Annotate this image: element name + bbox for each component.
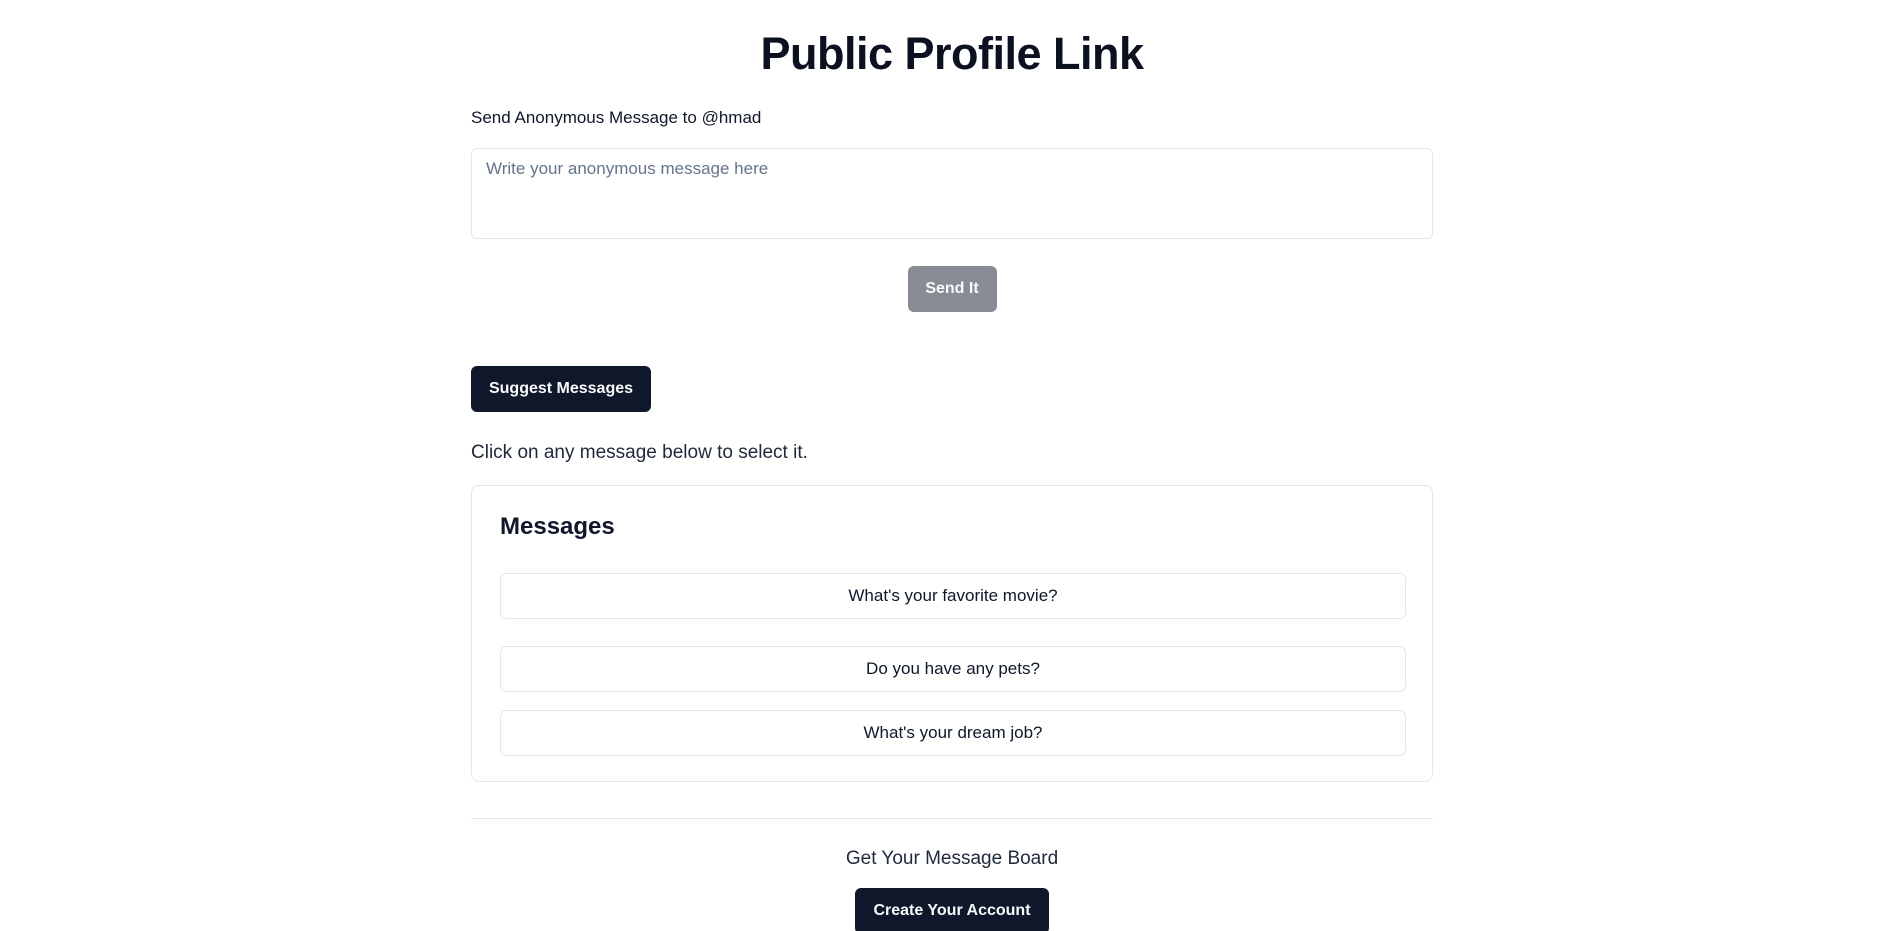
suggested-message-item[interactable]: What's your favorite movie?	[500, 573, 1406, 619]
main-container: Public Profile Link Send Anonymous Messa…	[471, 0, 1433, 931]
send-button[interactable]: Send It	[907, 266, 997, 312]
page-title: Public Profile Link	[760, 28, 1144, 79]
suggested-message-item[interactable]: Do you have any pets?	[500, 646, 1406, 692]
section-divider	[471, 818, 1433, 819]
message-input-label: Send Anonymous Message to @hmad	[471, 108, 762, 127]
messages-card: Messages What's your favorite movie? Do …	[471, 485, 1433, 782]
messages-card-title: Messages	[500, 513, 615, 540]
suggest-messages-button[interactable]: Suggest Messages	[471, 366, 651, 412]
anonymous-message-input[interactable]	[471, 148, 1433, 239]
footer: Get Your Message Board Create Your Accou…	[471, 847, 1433, 931]
select-message-hint: Click on any message below to select it.	[471, 442, 808, 463]
send-row: Send It	[471, 266, 1433, 312]
page: Public Profile Link Send Anonymous Messa…	[0, 0, 1883, 931]
suggested-message-item[interactable]: What's your dream job?	[500, 710, 1406, 756]
footer-text: Get Your Message Board	[845, 848, 1059, 869]
create-account-button[interactable]: Create Your Account	[855, 888, 1049, 931]
